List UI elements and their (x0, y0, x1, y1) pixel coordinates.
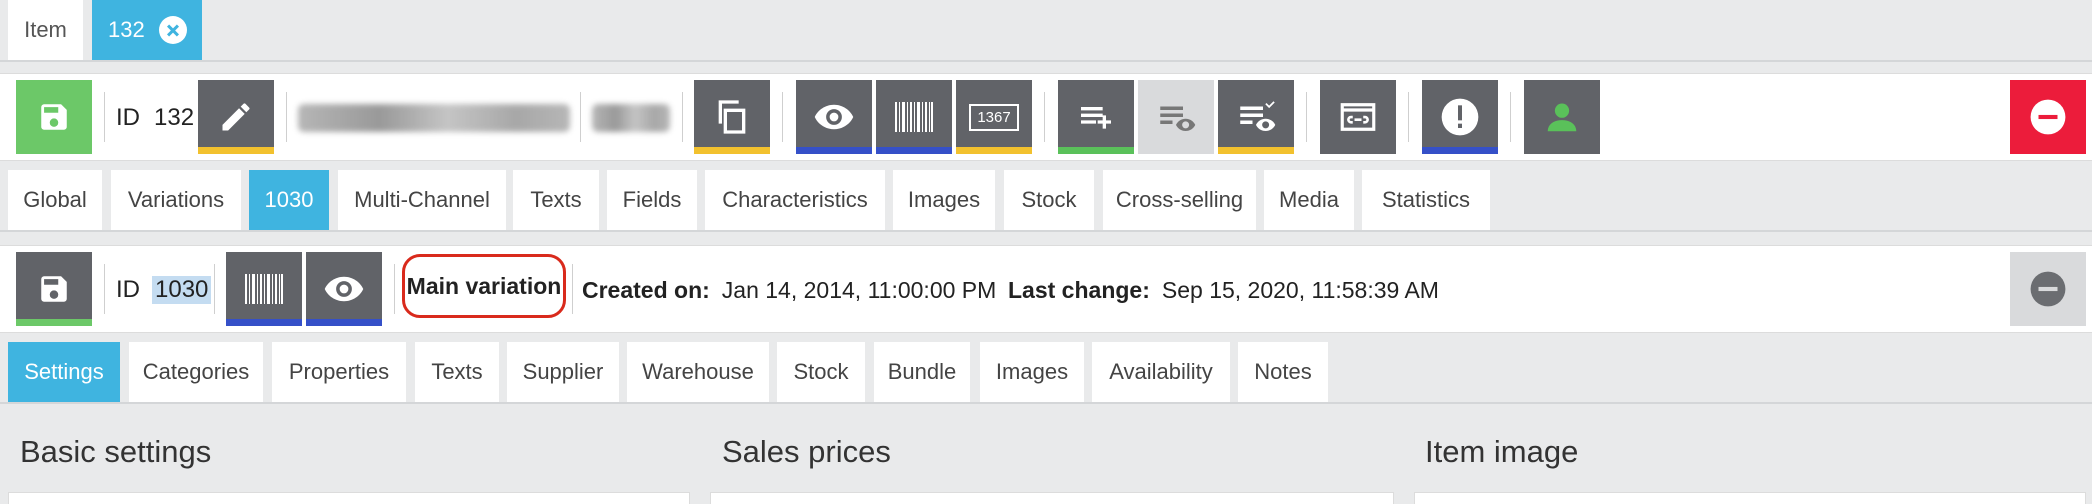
tab-variations[interactable]: Variations (111, 170, 241, 230)
tab-item-132-label: 132 (108, 17, 145, 42)
open-link-button[interactable] (1320, 80, 1396, 154)
tab-item[interactable]: Item (8, 0, 83, 60)
item-image-panel (1414, 492, 2086, 504)
close-icon[interactable] (158, 16, 187, 44)
basic-settings-panel (8, 492, 690, 504)
copy-icon (718, 100, 746, 134)
tab-variation-stock[interactable]: Stock (777, 342, 865, 402)
tab-stock[interactable]: Stock (1004, 170, 1094, 230)
edit-button[interactable] (198, 80, 274, 154)
item-variant-field[interactable] (592, 104, 670, 132)
exclamation-icon (1441, 98, 1479, 136)
variation-id: ID 1030 (116, 246, 212, 334)
main-variation-badge: Main variation (402, 254, 566, 318)
variation-toolbar: ID 1030 Main variation Created on: Jan 1… (0, 245, 2092, 333)
tab-warehouse[interactable]: Warehouse (627, 342, 769, 402)
list-add-icon (1081, 107, 1111, 129)
section-sales-prices: Sales prices (722, 434, 891, 469)
tab-settings[interactable]: Settings (8, 342, 120, 402)
preview-button[interactable] (796, 80, 872, 154)
delete-variation-button[interactable] (2010, 252, 2086, 326)
created-on-value: Jan 14, 2014, 11:00:00 PM (721, 276, 997, 303)
tab-cross-selling[interactable]: Cross-selling (1103, 170, 1256, 230)
last-change: Last change: Sep 15, 2020, 11:58:39 AM (1008, 246, 1439, 334)
tab-variation-texts[interactable]: Texts (415, 342, 499, 402)
tab-images[interactable]: Images (893, 170, 995, 230)
item-tabs: Global Variations 1030 Multi-Channel Tex… (0, 170, 2092, 232)
list-check-eye-icon (1240, 101, 1276, 131)
item-name-field[interactable] (298, 104, 570, 132)
window-link-icon (1340, 103, 1376, 131)
owner-button[interactable] (1524, 80, 1600, 154)
last-change-value: Sep 15, 2020, 11:58:39 AM (1161, 276, 1439, 303)
pencil-icon (222, 103, 250, 131)
created-on-label: Created on: (582, 276, 710, 303)
tab-bundle[interactable]: Bundle (874, 342, 970, 402)
tab-availability[interactable]: Availability (1092, 342, 1230, 402)
tab-global[interactable]: Global (8, 170, 102, 230)
item-id: ID 132 (116, 74, 194, 162)
section-basic-settings: Basic settings (20, 434, 212, 469)
number-badge-icon: 1367 (969, 103, 1019, 131)
tab-multi-channel[interactable]: Multi-Channel (338, 170, 506, 230)
delete-item-button[interactable] (2010, 80, 2086, 154)
tab-variation-1030[interactable]: 1030 (249, 170, 329, 230)
created-on: Created on: Jan 14, 2014, 11:00:00 PM (582, 246, 996, 334)
variation-tabs: Settings Categories Properties Texts Sup… (0, 342, 2092, 404)
barcode-icon (895, 102, 933, 132)
copy-item-button[interactable] (694, 80, 770, 154)
minus-circle-icon (2030, 271, 2066, 307)
tab-statistics[interactable]: Statistics (1362, 170, 1490, 230)
add-list-button[interactable] (1058, 80, 1134, 154)
barcode-icon (245, 274, 283, 304)
sales-prices-panel (710, 492, 1394, 504)
variation-id-label: ID (116, 276, 140, 303)
item-id-label: ID (116, 104, 140, 131)
variation-barcode-button[interactable] (226, 252, 302, 326)
variation-number-button[interactable]: 1367 (956, 80, 1032, 154)
tab-item-132[interactable]: 132 (92, 0, 202, 60)
item-id-value: 132 (154, 104, 195, 131)
save-icon (41, 104, 67, 130)
warning-button[interactable] (1422, 80, 1498, 154)
tab-notes[interactable]: Notes (1238, 342, 1328, 402)
tab-media[interactable]: Media (1264, 170, 1354, 230)
section-item-image: Item image (1425, 434, 1579, 469)
last-change-label: Last change: (1008, 276, 1150, 303)
save-icon (41, 276, 67, 302)
eye-icon (324, 276, 364, 302)
item-toolbar: ID 132 1367 (0, 73, 2092, 161)
barcode-button[interactable] (876, 80, 952, 154)
list-view-button[interactable] (1138, 80, 1214, 154)
tab-fields[interactable]: Fields (607, 170, 697, 230)
user-icon (1547, 103, 1577, 132)
tab-categories[interactable]: Categories (129, 342, 263, 402)
save-variation-button[interactable] (16, 252, 92, 326)
tab-properties[interactable]: Properties (272, 342, 406, 402)
variation-preview-button[interactable] (306, 252, 382, 326)
save-item-button[interactable] (16, 80, 92, 154)
minus-circle-icon (2030, 99, 2066, 135)
list-visibility-button[interactable] (1218, 80, 1294, 154)
eye-icon (814, 104, 854, 130)
tab-characteristics[interactable]: Characteristics (705, 170, 885, 230)
document-tabs: Item 132 (0, 0, 2092, 62)
tab-supplier[interactable]: Supplier (507, 342, 619, 402)
tab-item-label: Item (24, 17, 67, 42)
tab-texts[interactable]: Texts (513, 170, 599, 230)
list-eye-icon (1160, 106, 1196, 131)
tab-variation-images[interactable]: Images (980, 342, 1084, 402)
variation-id-value: 1030 (152, 276, 212, 304)
